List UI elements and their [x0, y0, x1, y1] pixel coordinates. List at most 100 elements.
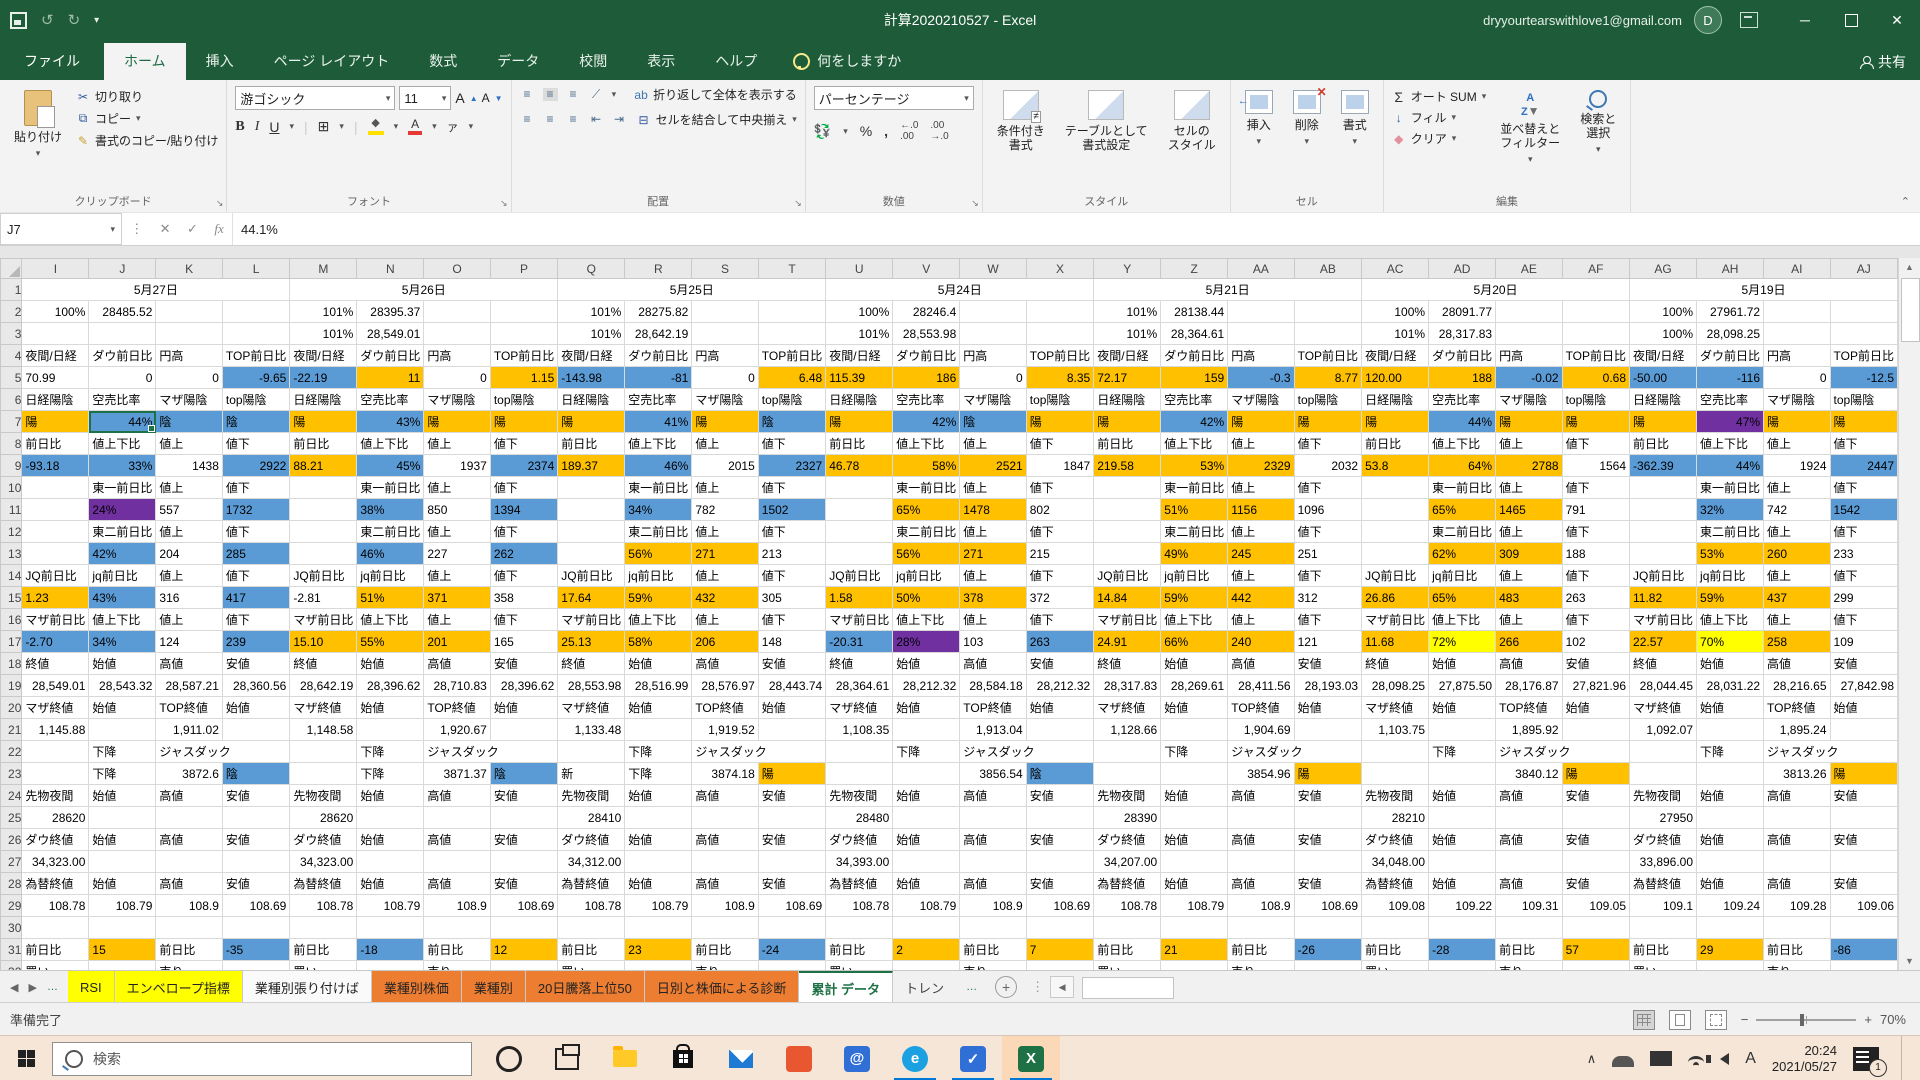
cell[interactable]: 109.31	[1496, 895, 1562, 917]
cell[interactable]: 始値	[89, 697, 156, 719]
cell[interactable]: 108.9	[424, 895, 490, 917]
cell[interactable]: 下降	[89, 763, 156, 785]
cell[interactable]: 108.9	[156, 895, 222, 917]
cell[interactable]: 値上下比	[357, 433, 424, 455]
cell[interactable]	[290, 477, 357, 499]
cell[interactable]: 53.8	[1362, 455, 1429, 477]
cell[interactable]: 高値	[1764, 785, 1830, 807]
cell[interactable]	[1496, 807, 1562, 829]
cell[interactable]	[1161, 851, 1228, 873]
cell[interactable]: 為替終値	[1362, 873, 1429, 895]
zoom-slider-thumb[interactable]	[1800, 1014, 1804, 1026]
taskbar-app-screen-app[interactable]: ✓	[944, 1036, 1002, 1080]
cell[interactable]	[1697, 719, 1764, 741]
taskbar-app-store[interactable]	[654, 1036, 712, 1080]
cell[interactable]: 260	[1764, 543, 1830, 565]
cell[interactable]	[357, 807, 424, 829]
cell[interactable]: 108.78	[1094, 895, 1161, 917]
cell[interactable]: 1502	[758, 499, 825, 521]
cell[interactable]: 115.39	[826, 367, 893, 389]
cell[interactable]: 始値	[1161, 829, 1228, 851]
cell[interactable]: 始値	[1697, 873, 1764, 895]
cell[interactable]: 219.58	[1094, 455, 1161, 477]
cell[interactable]: 円高	[1764, 345, 1830, 367]
cell[interactable]: 1,092.07	[1630, 719, 1697, 741]
cell[interactable]: 1465	[1496, 499, 1562, 521]
cell[interactable]	[1228, 851, 1294, 873]
cell[interactable]: 値上	[1764, 433, 1830, 455]
cell[interactable]: 安値	[1830, 829, 1897, 851]
cell[interactable]: 安値	[758, 785, 825, 807]
ribbon-tab-データ[interactable]: データ	[477, 43, 559, 80]
cell[interactable]: 始値	[625, 785, 692, 807]
cell[interactable]	[1764, 323, 1830, 345]
cell[interactable]: 値下	[758, 521, 825, 543]
cell[interactable]: 100%	[22, 301, 89, 323]
cell[interactable]: 陽	[1562, 763, 1629, 785]
cell[interactable]: 始値	[1294, 697, 1361, 719]
format-cells-button[interactable]: 書式▾	[1335, 86, 1375, 192]
cell[interactable]: 42%	[893, 411, 960, 433]
cell[interactable]: 始値	[89, 873, 156, 895]
cell[interactable]	[22, 917, 89, 939]
cell[interactable]: 1.23	[22, 587, 89, 609]
increase-indent-icon[interactable]: ⇥	[612, 113, 627, 126]
zoom-out-icon[interactable]: −	[1741, 1012, 1749, 1027]
cell[interactable]	[1094, 741, 1161, 763]
cell[interactable]: 108.78	[22, 895, 89, 917]
cell[interactable]: 買い	[1362, 961, 1429, 971]
cell[interactable]: 189.37	[558, 455, 625, 477]
cell[interactable]: -12.5	[1830, 367, 1897, 389]
cell[interactable]: 前日比	[826, 433, 893, 455]
column-header-P[interactable]: P	[490, 259, 557, 279]
cell[interactable]: -86	[1830, 939, 1897, 961]
cell[interactable]: 108.69	[758, 895, 825, 917]
cell[interactable]: 2374	[490, 455, 557, 477]
cell[interactable]: 28138.44	[1161, 301, 1228, 323]
column-header-M[interactable]: M	[290, 259, 357, 279]
column-header-Q[interactable]: Q	[558, 259, 625, 279]
vertical-scrollbar[interactable]: ▲ ▼	[1898, 258, 1920, 970]
cell[interactable]: -9.65	[222, 367, 289, 389]
align-top-icon[interactable]: ≡	[520, 88, 535, 101]
cell[interactable]: 新	[558, 763, 625, 785]
cell[interactable]: 安値	[1562, 829, 1629, 851]
cell[interactable]	[1429, 961, 1496, 971]
column-header-V[interactable]: V	[893, 259, 960, 279]
cell[interactable]: 204	[156, 543, 222, 565]
cell[interactable]: 安値	[490, 653, 557, 675]
cell[interactable]: 33%	[89, 455, 156, 477]
cell[interactable]: 売り	[692, 961, 758, 971]
cell[interactable]	[89, 851, 156, 873]
cell[interactable]: ジャスダック	[156, 741, 290, 763]
cell[interactable]	[625, 851, 692, 873]
cell[interactable]: 安値	[1026, 829, 1093, 851]
cell[interactable]: 陽	[1362, 411, 1429, 433]
cell[interactable]: 34,312.00	[558, 851, 625, 873]
cell[interactable]: 28,549.01	[357, 323, 424, 345]
cell[interactable]: 夜間/日経	[1094, 345, 1161, 367]
cell[interactable]: 始値	[357, 697, 424, 719]
cell[interactable]: 高値	[156, 873, 222, 895]
ribbon-tab-校閲[interactable]: 校閲	[559, 43, 627, 80]
cell[interactable]: 値下	[1830, 521, 1897, 543]
cell[interactable]: JQ前日比	[22, 565, 89, 587]
cell[interactable]: 1478	[960, 499, 1026, 521]
cell[interactable]: 50%	[893, 587, 960, 609]
show-desktop-button[interactable]	[1901, 1036, 1910, 1080]
cell[interactable]	[826, 477, 893, 499]
notification-icon[interactable]: 1	[1853, 1047, 1879, 1071]
cell[interactable]: -0.02	[1496, 367, 1562, 389]
cell[interactable]	[1294, 323, 1361, 345]
cell[interactable]: 陽	[1630, 411, 1697, 433]
cell[interactable]: 値上	[960, 609, 1026, 631]
cell[interactable]	[1429, 763, 1496, 785]
share-button[interactable]: 共有	[1860, 52, 1906, 72]
cell[interactable]	[1429, 851, 1496, 873]
cell[interactable]	[1630, 741, 1697, 763]
cell[interactable]: 始値	[89, 785, 156, 807]
cell[interactable]: 24.91	[1094, 631, 1161, 653]
cell[interactable]: 43%	[89, 587, 156, 609]
cell[interactable]: 262	[490, 543, 557, 565]
number-format-combo[interactable]: パーセンテージ▾	[814, 86, 974, 110]
